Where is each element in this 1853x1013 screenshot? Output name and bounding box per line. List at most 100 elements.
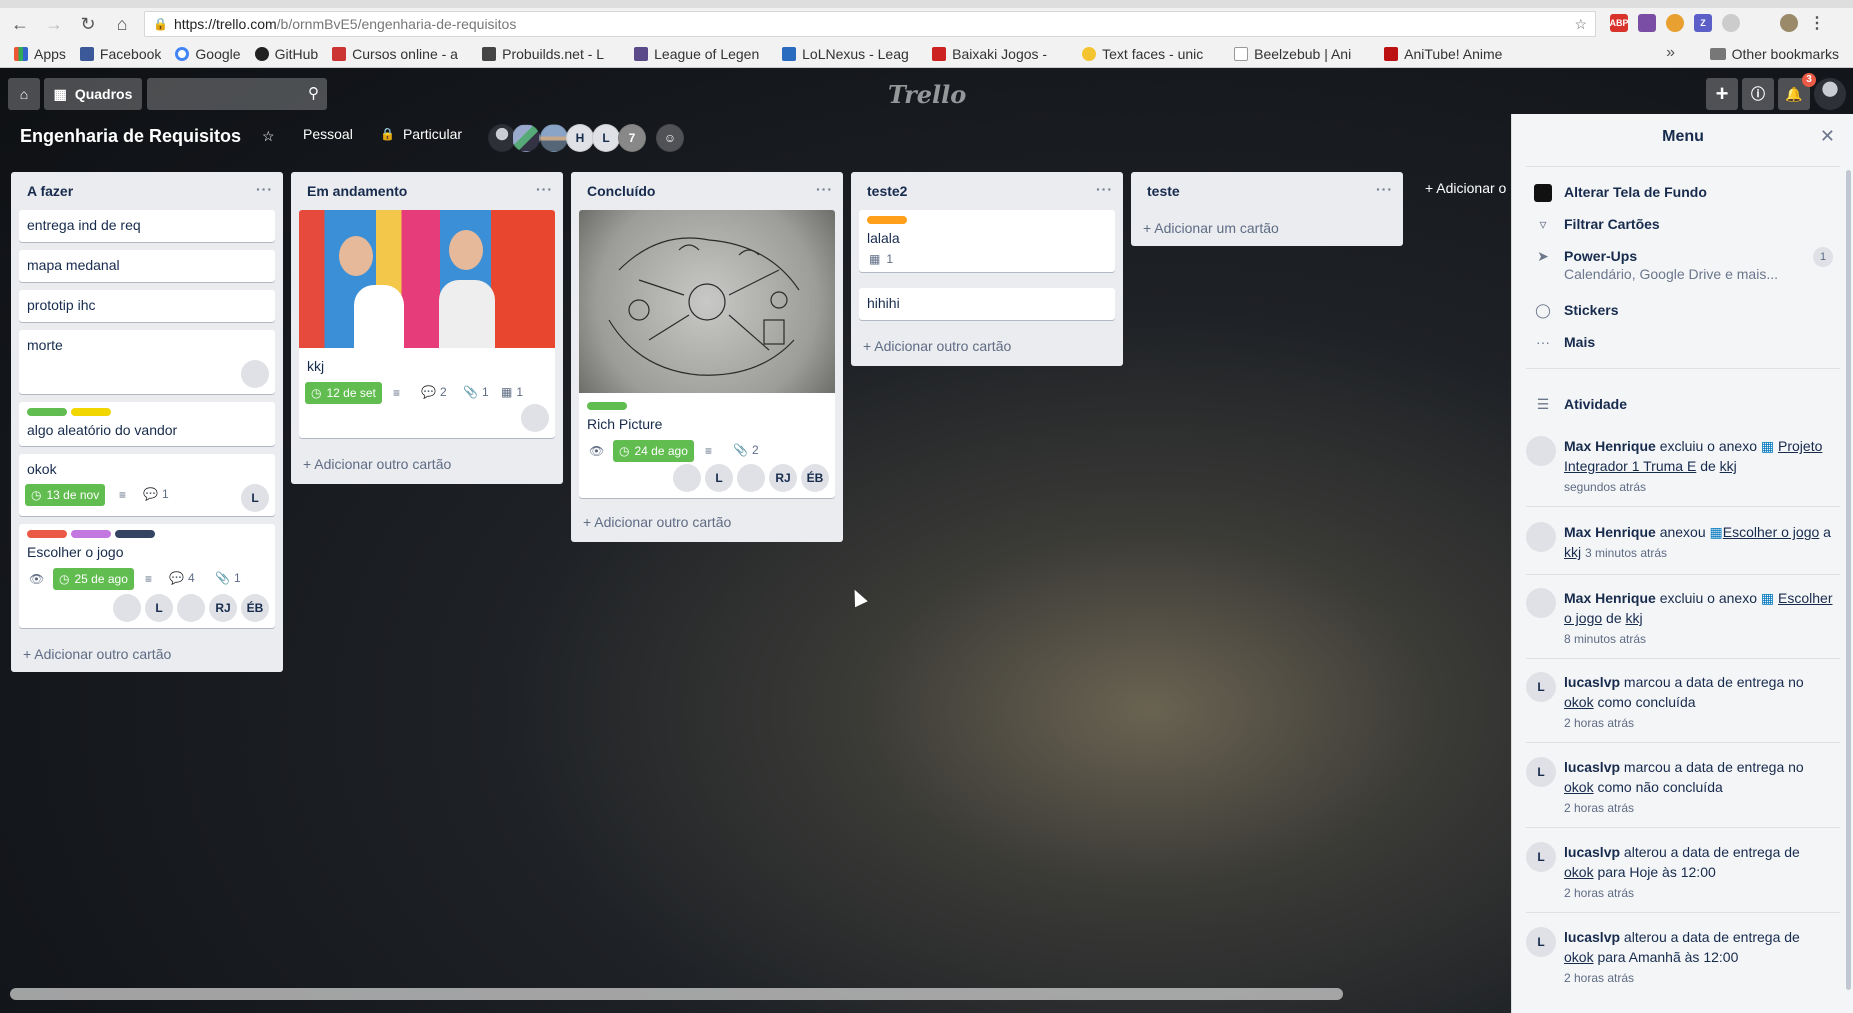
due-date-badge[interactable]: ◷ 13 de nov [25,484,106,506]
list-menu-icon[interactable]: ··· [256,181,273,197]
list-menu-icon[interactable]: ··· [816,181,833,197]
back-arrow-icon[interactable]: ← [6,10,34,38]
member-avatar[interactable]: L [592,124,620,152]
profile-icon[interactable] [1780,14,1798,32]
list-menu-icon[interactable]: ··· [1376,181,1393,197]
due-date-badge[interactable]: ◷ 12 de set [305,382,382,404]
bookmark-github[interactable]: GitHub [254,46,318,62]
bookmarks-more-icon[interactable]: » [1666,44,1675,62]
member-avatar[interactable] [737,464,765,492]
activity-card-link[interactable]: kkj [1564,544,1581,560]
card[interactable]: algo aleatório do vandor [19,402,275,446]
activity-user[interactable]: lucaslvp [1564,674,1620,690]
bookmark-baixaki[interactable]: Baixaki Jogos - [932,46,1068,62]
add-list-button[interactable]: + Adicionar o [1425,180,1506,196]
zotero-icon[interactable]: Z [1694,14,1712,32]
activity-card-link[interactable]: kkj [1720,458,1737,474]
bookmark-probuilds[interactable]: Probuilds.net - L [482,46,620,62]
bookmark-league[interactable]: League of Legen [634,46,768,62]
browser-menu-icon[interactable]: ⋮ [1808,14,1826,32]
invite-member-icon[interactable]: ☺ [656,124,684,152]
bookmark-beelzebub[interactable]: Beelzebub | Ani [1234,46,1370,62]
board-title[interactable]: Engenharia de Requisitos [20,126,241,147]
bookmark-lolnexus[interactable]: LoLNexus - Leag [782,46,918,62]
add-card-button[interactable]: + Adicionar outro cartão [583,514,731,530]
activity-card-link[interactable]: okok [1564,779,1594,795]
member-avatar[interactable]: RJ [769,464,797,492]
board-team[interactable]: Pessoal [303,126,353,142]
member-avatar[interactable]: ÉB [801,464,829,492]
activity-card-link[interactable]: kkj [1626,610,1643,626]
trello-logo[interactable]: Trello [888,80,966,109]
notifications-button[interactable]: 🔔 3 [1778,73,1816,110]
card[interactable]: mapa medanal [19,250,275,282]
add-card-button[interactable]: + Adicionar um cartão [1143,220,1279,236]
activity-user[interactable]: lucaslvp [1564,929,1620,945]
activity-user[interactable]: Max Henrique [1564,524,1656,540]
due-date-badge[interactable]: ◷ 24 de ago [613,440,694,462]
star-board-icon[interactable]: ☆ [262,128,275,145]
member-avatar[interactable] [177,594,205,622]
bookmark-apps[interactable]: Apps [14,46,66,62]
list-title[interactable]: Em andamento [291,172,563,210]
card[interactable]: kkj ◷ 12 de set ≡ 💬 2 📎 1 ▦ 1 [299,210,555,438]
list-title[interactable]: Concluído [571,172,843,210]
card[interactable]: okok ◷ 13 de nov ≡ 💬 1 L [19,454,275,516]
menu-item-filter[interactable]: ▿ Filtrar Cartões [1532,216,1659,233]
add-card-button[interactable]: + Adicionar outro cartão [23,646,171,662]
other-bookmarks[interactable]: Other bookmarks [1709,46,1839,62]
more-members[interactable]: 7 [618,124,646,152]
address-bar[interactable]: 🔒 https://trello.com /b/ornmBvE5/engenha… [144,11,1596,37]
activity-user[interactable]: Max Henrique [1564,438,1656,454]
list-menu-icon[interactable]: ··· [1096,181,1113,197]
card[interactable]: hihihi [859,288,1115,320]
add-card-button[interactable]: + Adicionar outro cartão [863,338,1011,354]
bookmark-star-icon[interactable]: ☆ [1574,16,1587,33]
create-button[interactable]: + [1706,78,1738,110]
card[interactable]: morte [19,330,275,394]
member-avatar[interactable]: ÉB [241,594,269,622]
menu-item-background[interactable]: Alterar Tela de Fundo [1532,184,1707,205]
bookmark-textfaces[interactable]: Text faces - unic [1082,46,1220,62]
member-avatar[interactable] [1526,436,1556,466]
card[interactable]: lalala ▦ 1 [859,210,1115,272]
activity-card-link[interactable]: okok [1564,694,1594,710]
bookmark-google[interactable]: Google [175,46,241,62]
member-avatar[interactable]: L [1526,757,1556,787]
member-avatar[interactable] [1526,522,1556,552]
member-avatar[interactable] [521,404,549,432]
search-input[interactable]: ⚲ [147,78,327,110]
close-icon[interactable]: ✕ [1820,126,1835,147]
extension-icon[interactable] [1666,14,1684,32]
home-button[interactable]: ⌂ [8,78,40,110]
list-title[interactable]: teste2 [851,172,1123,210]
activity-link[interactable]: Escolher o jogo [1723,524,1820,540]
member-avatar[interactable]: L [1526,927,1556,957]
member-avatar[interactable]: L [705,464,733,492]
reload-icon[interactable]: ↻ [74,10,102,38]
member-avatar[interactable] [1526,588,1556,618]
member-avatar[interactable]: H [566,124,594,152]
menu-item-powerups[interactable]: ➤ Power-Ups Calendário, Google Drive e m… [1532,248,1778,282]
card[interactable]: Rich Picture 👁 ◷ 24 de ago ≡ 📎 2 L RJ ÉB [579,210,835,498]
member-avatar[interactable] [540,124,568,152]
activity-card-link[interactable]: okok [1564,864,1594,880]
bookmark-facebook[interactable]: Facebook [79,46,161,62]
due-date-badge[interactable]: ◷ 25 de ago [53,568,134,590]
user-avatar[interactable] [1814,78,1846,110]
list-menu-icon[interactable]: ··· [536,181,553,197]
member-avatar[interactable]: RJ [209,594,237,622]
menu-scrollbar[interactable] [1846,170,1851,990]
card[interactable]: prototip ihc [19,290,275,322]
add-card-button[interactable]: + Adicionar outro cartão [303,456,451,472]
bookmark-anitube[interactable]: AniTube! Anime [1384,46,1522,62]
activity-user[interactable]: Max Henrique [1564,590,1656,606]
bookmark-cursos[interactable]: Cursos online - a [332,46,468,62]
activity-user[interactable]: lucaslvp [1564,844,1620,860]
member-avatar[interactable] [673,464,701,492]
menu-item-more[interactable]: ··· Mais [1532,334,1595,350]
extension-icon[interactable] [1638,14,1656,32]
adblock-icon[interactable]: ABP [1610,14,1629,32]
card[interactable]: Escolher o jogo 👁 ◷ 25 de ago ≡ 💬 4 📎 1 L R… [19,524,275,628]
member-avatar[interactable] [512,124,540,152]
